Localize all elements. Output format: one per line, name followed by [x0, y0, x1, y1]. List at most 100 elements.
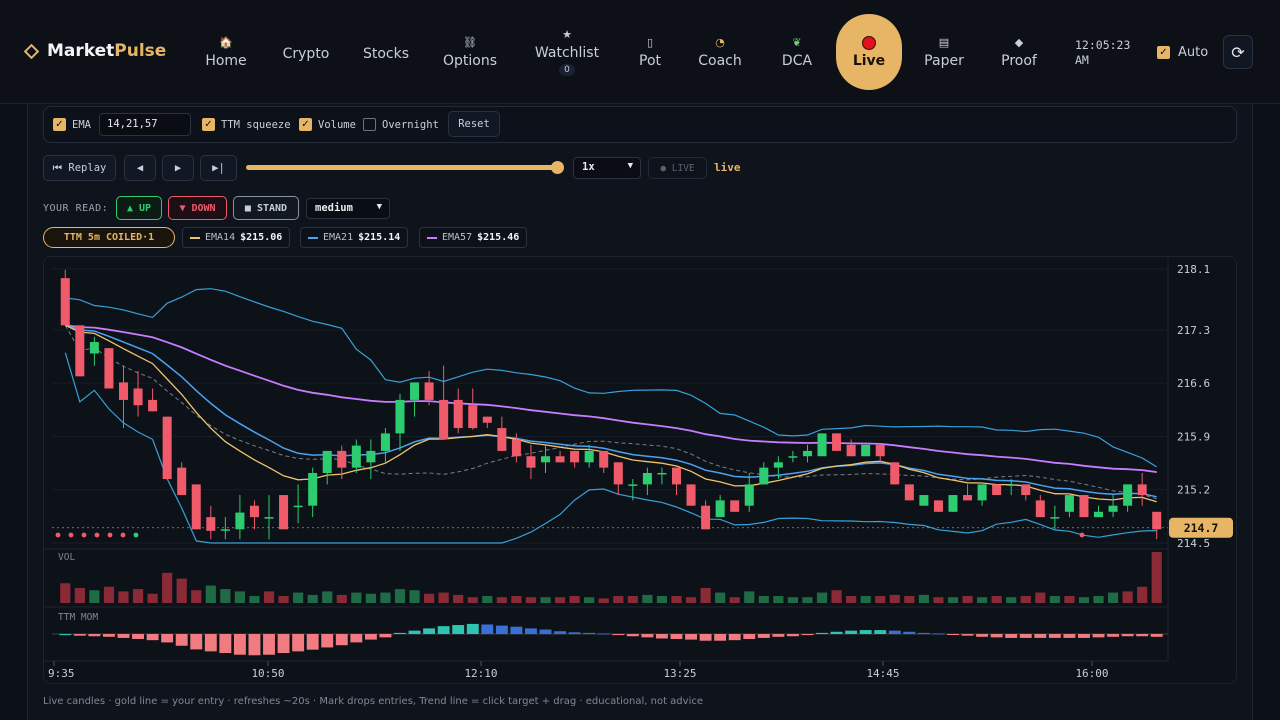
momentum-bar [1019, 634, 1032, 638]
nav-coach[interactable]: ◔ Coach [695, 14, 745, 90]
refresh-button[interactable]: ⟳ [1223, 35, 1253, 69]
momentum-bar [364, 634, 377, 640]
checkbox-checked-icon[interactable]: ✓ [202, 118, 215, 131]
nav-home[interactable]: 🏠 Home [201, 14, 251, 90]
volume-bar [205, 585, 216, 603]
nav-paper[interactable]: ▤ Paper [920, 14, 968, 90]
replay-button[interactable]: ⏮ Replay [43, 155, 116, 181]
volume-bar [409, 590, 420, 603]
sprout-icon: ❦ [792, 35, 802, 49]
momentum-bar [743, 634, 756, 640]
nav-proof[interactable]: ◆ Proof [997, 14, 1041, 90]
momentum-bar [990, 634, 1003, 638]
volume-bar [249, 596, 260, 603]
brand-logo[interactable]: MarketPulse [23, 41, 166, 61]
volume-bar [947, 597, 959, 603]
volume-bar [918, 594, 929, 603]
volume-bar [220, 589, 231, 603]
momentum-bar [146, 634, 159, 641]
volume-bar [613, 596, 624, 603]
replay-speed-select[interactable]: 1x ▼ [573, 157, 641, 179]
checkbox-checked-icon[interactable]: ✓ [53, 118, 66, 131]
nav-crypto[interactable]: Crypto [280, 14, 332, 90]
auto-refresh-toggle[interactable]: ✓ Auto [1157, 45, 1208, 60]
house-icon: 🏠 [219, 35, 233, 49]
squeeze-dot [107, 532, 113, 538]
chevron-down-icon: ▼ [627, 161, 633, 171]
candle-body [89, 342, 99, 354]
momentum-bar [452, 625, 465, 634]
volume-bar [846, 596, 857, 603]
volume-bar [307, 594, 318, 603]
play-button[interactable]: ▶ [162, 155, 194, 181]
nav-stocks[interactable]: Stocks [360, 14, 412, 90]
momentum-bar [423, 628, 436, 634]
ema-toggle[interactable]: ✓ EMA [53, 118, 91, 131]
replay-progress-slider[interactable] [246, 165, 558, 170]
momentum-bar [874, 630, 887, 634]
momentum-bar [233, 634, 246, 655]
candle-body [948, 495, 958, 512]
momentum-bar [1107, 634, 1120, 637]
candle-body [846, 444, 856, 457]
nav-options[interactable]: ⛓ Options [440, 14, 500, 90]
candle-body [380, 433, 390, 451]
overnight-toggle[interactable]: Overnight [363, 118, 439, 131]
live-badge-button[interactable]: ● LIVE [648, 157, 707, 179]
candle-body [337, 450, 347, 468]
volume-toggle[interactable]: ✓ Volume [299, 118, 356, 131]
candle-body [599, 450, 609, 468]
nav-live[interactable]: Live [836, 14, 902, 90]
momentum-bar [917, 632, 930, 634]
chart-svg[interactable]: 218.1 217.3 216.6 215.9 215.2 214.5 214.7 VOL TT… [44, 257, 1237, 684]
volume-bar [525, 597, 537, 603]
replay-slider-handle[interactable] [551, 161, 564, 174]
candle-body [832, 433, 842, 451]
read-stand-button[interactable]: ■ STAND [233, 196, 299, 220]
momentum-pane-label: TTM MOM [58, 612, 98, 623]
top-navigation-bar: MarketPulse 🏠 Home Crypto Stocks ⛓ Optio… [0, 0, 1280, 104]
candle-body [424, 382, 434, 400]
memo-icon: ▤ [938, 35, 950, 49]
reset-button[interactable]: Reset [448, 111, 500, 137]
volume-bar [394, 589, 406, 603]
volume-bar [1137, 586, 1148, 603]
momentum-bar [757, 634, 770, 638]
volume-bar [642, 594, 653, 603]
ttm-squeeze-toggle[interactable]: ✓ TTM squeeze [202, 118, 291, 131]
volume-bar [89, 590, 100, 603]
volume-bar [1093, 596, 1104, 603]
ttm-coiled-badge[interactable]: TTM 5m COILED·1 [43, 227, 175, 248]
nav-dca[interactable]: ❦ DCA [776, 14, 818, 90]
momentum-bar [961, 634, 974, 636]
momentum-bar [728, 634, 741, 641]
volume-bar [103, 586, 115, 603]
ema-periods-input[interactable]: 14,21,57 [99, 113, 191, 136]
checkbox-unchecked-icon[interactable] [363, 118, 376, 131]
upper-band-line [65, 288, 1158, 468]
checkbox-checked-icon[interactable]: ✓ [299, 118, 312, 131]
momentum-bar [816, 632, 828, 634]
clock-display: 12:05:23 AM [1075, 38, 1131, 67]
candle-body [1152, 511, 1162, 530]
nav-pot[interactable]: ▯ Pot [632, 14, 668, 90]
candle-body [497, 428, 507, 451]
candle-body [977, 484, 987, 501]
read-strength-select[interactable]: medium ▼ [306, 198, 390, 219]
candle-body [817, 433, 827, 457]
momentum-bar [597, 633, 610, 635]
candle-body [395, 399, 405, 434]
volume-bar [74, 587, 85, 603]
nav-watchlist[interactable]: ★ Watchlist 0 [533, 14, 601, 90]
price-chart[interactable]: 218.1 217.3 216.6 215.9 215.2 214.5 214.7 VOL TT… [43, 256, 1237, 684]
read-down-button[interactable]: ▼ DOWN [168, 196, 227, 220]
jump-to-end-button[interactable]: ▶| [200, 155, 237, 181]
star-icon: ★ [562, 28, 572, 41]
volume-bar [904, 596, 915, 603]
volume-bar [685, 597, 697, 603]
volume-bar [991, 596, 1002, 603]
candle-body [963, 495, 973, 501]
step-back-button[interactable]: ◀ [124, 155, 156, 181]
read-up-button[interactable]: ▲ UP [116, 196, 162, 220]
checkbox-checked-icon[interactable]: ✓ [1157, 46, 1170, 59]
